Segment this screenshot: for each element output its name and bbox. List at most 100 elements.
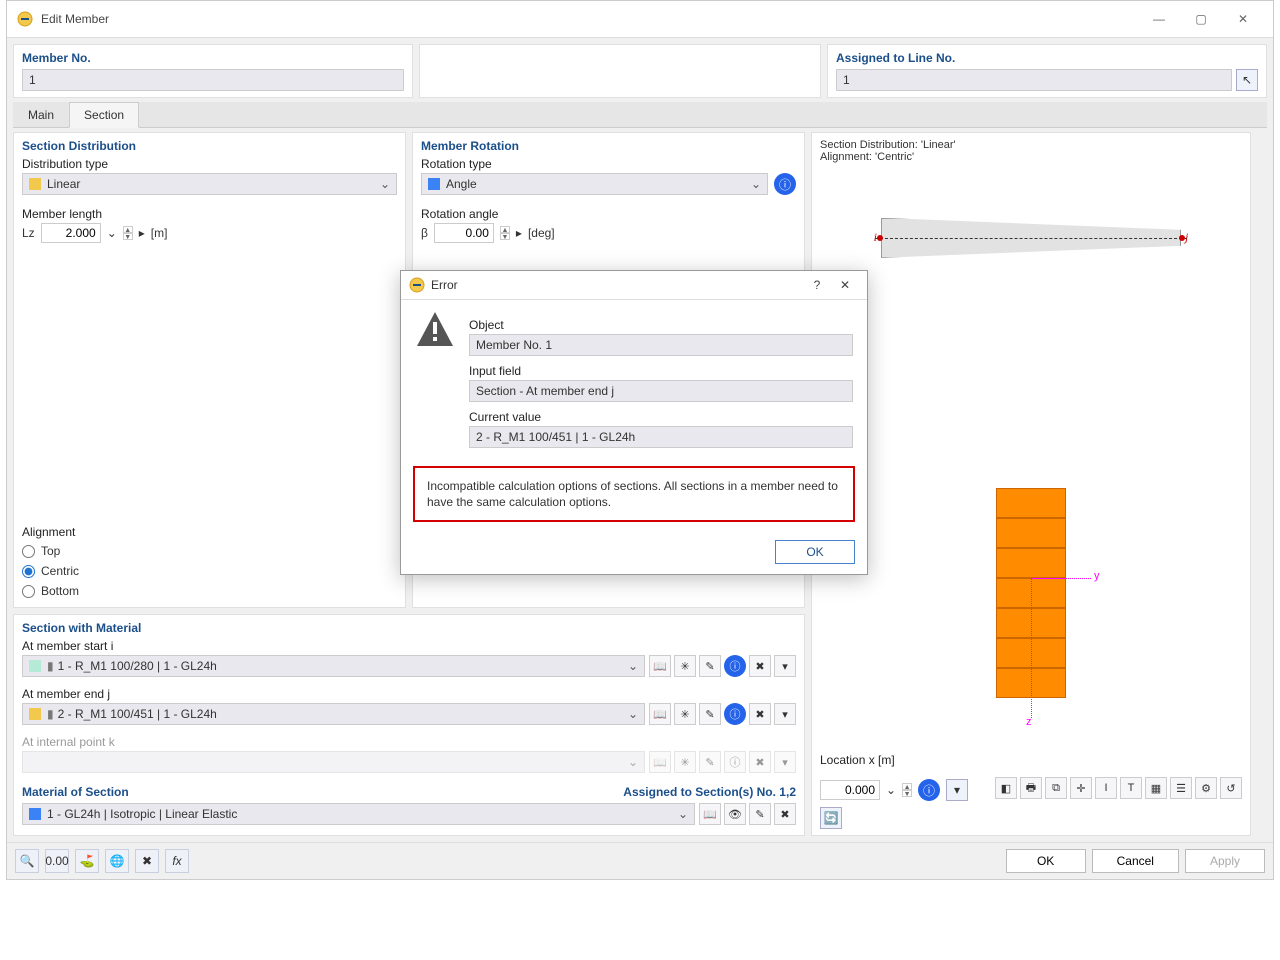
dialog-close-button[interactable]: ✕ [831,278,859,292]
delete-section-button[interactable]: ✖ [749,655,771,677]
reset-view-button[interactable]: ↺ [1220,777,1242,799]
alignment-top[interactable]: Top [22,544,397,558]
rotation-type-dropdown[interactable]: Angle ⌄ [421,173,768,195]
cancel-button[interactable]: Cancel [1092,849,1179,873]
angle-spinner[interactable]: ▲▼ [500,226,510,240]
globe-icon[interactable]: 🌐 [105,849,129,873]
chevron-down-icon[interactable]: ⌄ [886,783,896,797]
material-dropdown[interactable]: 1 - GL24h | Isotropic | Linear Elastic ⌄ [22,803,695,825]
chevron-down-icon: ⌄ [678,807,688,821]
section-start-dropdown[interactable]: ▮ 1 - R_M1 100/280 | 1 - GL24h ⌄ [22,655,645,677]
view-ibeam-button[interactable]: I [1095,777,1117,799]
maximize-button[interactable]: ▢ [1181,7,1221,31]
length-symbol: Lz [22,226,35,240]
delete-material-button[interactable]: ✖ [774,803,796,825]
tabbar: Main Section [13,102,1267,128]
pick-line-button[interactable]: ↖ [1236,69,1258,91]
error-message: Incompatible calculation options of sect… [413,466,855,522]
refresh-preview-button[interactable]: 🔄 [820,807,842,829]
material-of-section-title: Material of Section [22,785,129,799]
swatch-icon [29,660,41,672]
view-axes-button[interactable]: ✛ [1070,777,1092,799]
library-button[interactable]: 📖 [649,655,671,677]
member-no-panel: Member No. [13,44,413,98]
section-material-title: Section with Material [22,621,796,635]
section-end-value: 2 - R_M1 100/451 | 1 - GL24h [58,707,217,721]
delete-section-button: ✖ [749,751,771,773]
assigned-line-input[interactable] [836,69,1232,91]
edit-member-window: Edit Member — ▢ ✕ Member No. Assigned to… [6,0,1274,880]
distribution-type-dropdown[interactable]: Linear ⌄ [22,173,397,195]
view-section-button[interactable]: ⧉ [1045,777,1067,799]
tab-section[interactable]: Section [69,102,139,128]
filter-button[interactable]: ▾ [774,655,796,677]
rotation-angle-label: Rotation angle [421,207,796,221]
view-grid-button[interactable]: ▦ [1145,777,1167,799]
view-list-button[interactable]: ☰ [1170,777,1192,799]
info-icon[interactable]: ⓘ [724,703,746,725]
section-start-value: 1 - R_M1 100/280 | 1 - GL24h [58,659,217,673]
fx-icon[interactable]: fx [165,849,189,873]
member-rotation-title: Member Rotation [421,139,796,153]
material-assigned-label: Assigned to Section(s) No. 1,2 [623,785,796,799]
error-dialog: Error ? ✕ Object Member No. 1 Input fiel… [400,270,868,575]
material-value: 1 - GL24h | Isotropic | Linear Elastic [47,807,237,821]
rotation-angle-input[interactable] [434,223,494,243]
delete-section-button[interactable]: ✖ [749,703,771,725]
angle-unit: [deg] [528,226,555,240]
edit-section-button[interactable]: ✎ [699,655,721,677]
chevron-down-icon: ⌄ [628,755,638,769]
section-with-material-panel: Section with Material At member start i … [13,614,805,836]
location-x-input[interactable] [820,780,880,800]
section-end-dropdown[interactable]: ▮ 2 - R_M1 100/451 | 1 - GL24h ⌄ [22,703,645,725]
error-ok-button[interactable]: OK [775,540,855,564]
coord-icon[interactable]: ⛳ [75,849,99,873]
view-tbeam-button[interactable]: T [1120,777,1142,799]
error-object-value: Member No. 1 [469,334,853,356]
library-button[interactable]: 📖 [699,803,721,825]
member-length-input[interactable] [41,223,101,243]
print-button[interactable]: 🖶 [1020,777,1042,799]
location-spinner[interactable]: ▲▼ [902,783,912,797]
member-no-input[interactable] [22,69,404,91]
alignment-bottom[interactable]: Bottom [22,584,397,598]
view-settings-button[interactable]: ⚙ [1195,777,1217,799]
new-material-eye-button[interactable]: 👁 [724,803,746,825]
minimize-button[interactable]: — [1139,7,1179,31]
distribution-type-value: Linear [47,177,80,191]
library-button[interactable]: 📖 [649,703,671,725]
preview-panel: Section Distribution: 'Linear' Alignment… [811,132,1251,836]
units-icon[interactable]: 0.00 [45,849,69,873]
error-object-label: Object [469,318,853,332]
ok-button[interactable]: OK [1006,849,1086,873]
edit-section-button[interactable]: ✎ [699,703,721,725]
new-section-button[interactable]: ✳ [674,655,696,677]
clear-icon[interactable]: ✖ [135,849,159,873]
info-icon[interactable]: ⓘ [774,173,796,195]
filter-icon[interactable]: ▾ [946,779,968,801]
play-icon[interactable]: ▸ [139,226,145,240]
location-x-label: Location x [m] [820,753,1242,767]
section-shape-icon: ▮ [47,659,54,673]
member-no-label: Member No. [22,51,404,65]
filter-button[interactable]: ▾ [774,703,796,725]
close-button[interactable]: ✕ [1223,7,1263,31]
length-spinner[interactable]: ▲▼ [123,226,133,240]
help-button[interactable]: ? [803,278,831,292]
apply-button[interactable]: Apply [1185,849,1265,873]
alignment-label: Alignment [22,525,397,539]
edit-material-button[interactable]: ✎ [749,803,771,825]
chevron-down-icon[interactable]: ⌄ [107,226,117,240]
preview-line2: Alignment: 'Centric' [820,151,1242,163]
new-section-button[interactable]: ✳ [674,703,696,725]
tab-main[interactable]: Main [13,102,69,127]
play-icon[interactable]: ▸ [516,226,522,240]
axis-y-label: y [1094,570,1100,582]
alignment-centric[interactable]: Centric [22,564,397,578]
info-icon[interactable]: ⓘ [918,779,940,801]
chevron-down-icon: ⌄ [628,707,638,721]
distribution-type-label: Distribution type [22,157,397,171]
info-icon[interactable]: ⓘ [724,655,746,677]
search-icon[interactable]: 🔍 [15,849,39,873]
view-iso-button[interactable]: ◧ [995,777,1017,799]
